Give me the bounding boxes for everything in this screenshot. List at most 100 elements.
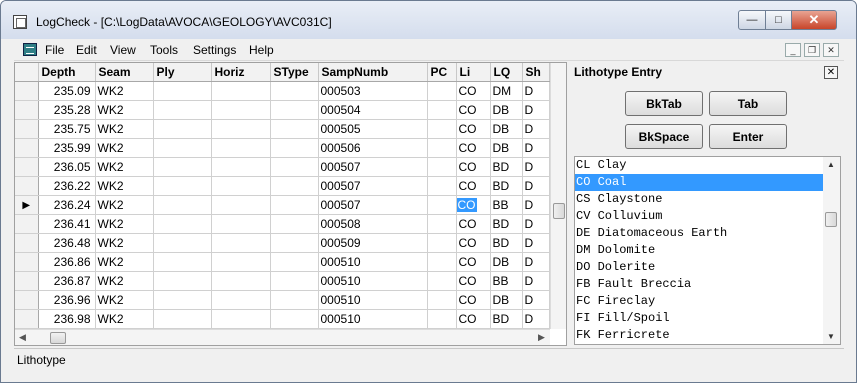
table-row[interactable]: 235.09 WK2 000503 CO DM D (15, 81, 558, 101)
cell-stype[interactable] (270, 195, 319, 215)
table-row[interactable]: 236.22 WK2 000507 CO BD D (15, 176, 558, 196)
list-item[interactable]: DO Dolerite (575, 259, 824, 276)
cell-sampnumb[interactable]: 000508 (318, 214, 428, 234)
cell-seam[interactable]: WK2 (95, 252, 154, 272)
table-row[interactable]: 235.99 WK2 000506 CO DB D (15, 138, 558, 158)
cell-seam[interactable]: WK2 (95, 271, 154, 291)
cell-li[interactable]: CO (456, 309, 491, 329)
row-indicator[interactable] (15, 214, 39, 234)
cell-stype[interactable] (270, 309, 319, 329)
cell-depth[interactable]: 236.24 (38, 195, 96, 215)
cell-sh[interactable]: D (522, 119, 550, 139)
app-icon[interactable] (13, 15, 27, 29)
cell-stype[interactable] (270, 176, 319, 196)
list-item[interactable]: FK Ferricrete (575, 327, 824, 344)
list-item[interactable]: DM Dolomite (575, 242, 824, 259)
header-sampnumb[interactable]: SampNumb (318, 63, 428, 82)
cell-depth[interactable]: 236.41 (38, 214, 96, 234)
cell-stype[interactable] (270, 138, 319, 158)
cell-horiz[interactable] (211, 290, 271, 310)
cell-stype[interactable] (270, 290, 319, 310)
list-item[interactable]: CV Colluvium (575, 208, 824, 225)
header-ply[interactable]: Ply (153, 63, 212, 82)
cell-stype[interactable] (270, 100, 319, 120)
cell-sh[interactable]: D (522, 233, 550, 253)
menu-edit[interactable]: Edit (76, 43, 97, 57)
row-indicator[interactable] (15, 119, 39, 139)
list-item[interactable]: DE Diatomaceous Earth (575, 225, 824, 242)
cell-li[interactable]: CO (456, 176, 491, 196)
cell-sh[interactable]: D (522, 176, 550, 196)
cell-depth[interactable]: 236.86 (38, 252, 96, 272)
table-row[interactable]: 236.98 WK2 000510 CO BD D (15, 309, 558, 329)
cell-ply[interactable] (153, 309, 212, 329)
header-stype[interactable]: SType (270, 63, 319, 82)
row-indicator[interactable] (15, 176, 39, 196)
cell-pc[interactable] (427, 157, 457, 177)
list-item[interactable]: CS Claystone (575, 191, 824, 208)
header-depth[interactable]: Depth (38, 63, 96, 82)
cell-stype[interactable] (270, 252, 319, 272)
cell-depth[interactable]: 236.05 (38, 157, 96, 177)
cell-sh[interactable]: D (522, 100, 550, 120)
list-item[interactable]: CO Coal (575, 174, 824, 191)
cell-sh[interactable]: D (522, 214, 550, 234)
cell-stype[interactable] (270, 271, 319, 291)
cell-sh[interactable]: D (522, 195, 550, 215)
minimize-button[interactable]: — (738, 10, 766, 30)
cell-depth[interactable]: 236.48 (38, 233, 96, 253)
cell-sampnumb[interactable]: 000510 (318, 252, 428, 272)
cell-ply[interactable] (153, 119, 212, 139)
cell-li[interactable]: CO (456, 100, 491, 120)
cell-pc[interactable] (427, 138, 457, 158)
row-indicator[interactable] (15, 138, 39, 158)
table-row[interactable]: ▶ 236.24 WK2 000507 CO BB D (15, 195, 558, 215)
grid-vertical-scroll-thumb[interactable] (553, 203, 565, 219)
cell-pc[interactable] (427, 309, 457, 329)
cell-pc[interactable] (427, 119, 457, 139)
cell-lq[interactable]: BD (490, 214, 523, 234)
cell-lq[interactable]: DB (490, 252, 523, 272)
cell-ply[interactable] (153, 214, 212, 234)
list-item[interactable]: FB Fault Breccia (575, 276, 824, 293)
cell-sh[interactable]: D (522, 81, 550, 101)
cell-ply[interactable] (153, 176, 212, 196)
cell-horiz[interactable] (211, 81, 271, 101)
cell-horiz[interactable] (211, 157, 271, 177)
grid-vertical-scrollbar[interactable] (550, 63, 566, 329)
cell-lq[interactable]: BD (490, 157, 523, 177)
cell-ply[interactable] (153, 252, 212, 272)
cell-horiz[interactable] (211, 119, 271, 139)
cell-lq[interactable]: BD (490, 233, 523, 253)
cell-horiz[interactable] (211, 176, 271, 196)
menu-settings[interactable]: Settings (193, 43, 236, 57)
header-pc[interactable]: PC (427, 63, 457, 82)
cell-seam[interactable]: WK2 (95, 81, 154, 101)
cell-li[interactable]: CO (456, 81, 491, 101)
cell-seam[interactable]: WK2 (95, 157, 154, 177)
cell-sampnumb[interactable]: 000510 (318, 290, 428, 310)
mdi-close-button[interactable]: ✕ (823, 43, 839, 57)
cell-lq[interactable]: DB (490, 119, 523, 139)
table-row[interactable]: 236.48 WK2 000509 CO BD D (15, 233, 558, 253)
cell-pc[interactable] (427, 195, 457, 215)
cell-horiz[interactable] (211, 214, 271, 234)
cell-seam[interactable]: WK2 (95, 100, 154, 120)
cell-sh[interactable]: D (522, 252, 550, 272)
table-row[interactable]: 236.86 WK2 000510 CO DB D (15, 252, 558, 272)
header-seam[interactable]: Seam (95, 63, 154, 82)
cell-seam[interactable]: WK2 (95, 233, 154, 253)
scroll-down-arrow-icon[interactable]: ▼ (827, 332, 835, 341)
cell-stype[interactable] (270, 81, 319, 101)
list-item[interactable]: FI Fill/Spoil (575, 310, 824, 327)
scroll-up-arrow-icon[interactable]: ▲ (827, 160, 835, 169)
cell-li[interactable]: CO (456, 290, 491, 310)
cell-lq[interactable]: DB (490, 100, 523, 120)
mdi-minimize-button[interactable]: _ (785, 43, 801, 57)
cell-horiz[interactable] (211, 309, 271, 329)
cell-sampnumb[interactable]: 000504 (318, 100, 428, 120)
cell-li[interactable]: CO (456, 214, 491, 234)
cell-pc[interactable] (427, 100, 457, 120)
header-lq[interactable]: LQ (490, 63, 523, 82)
table-row[interactable]: 236.87 WK2 000510 CO BB D (15, 271, 558, 291)
